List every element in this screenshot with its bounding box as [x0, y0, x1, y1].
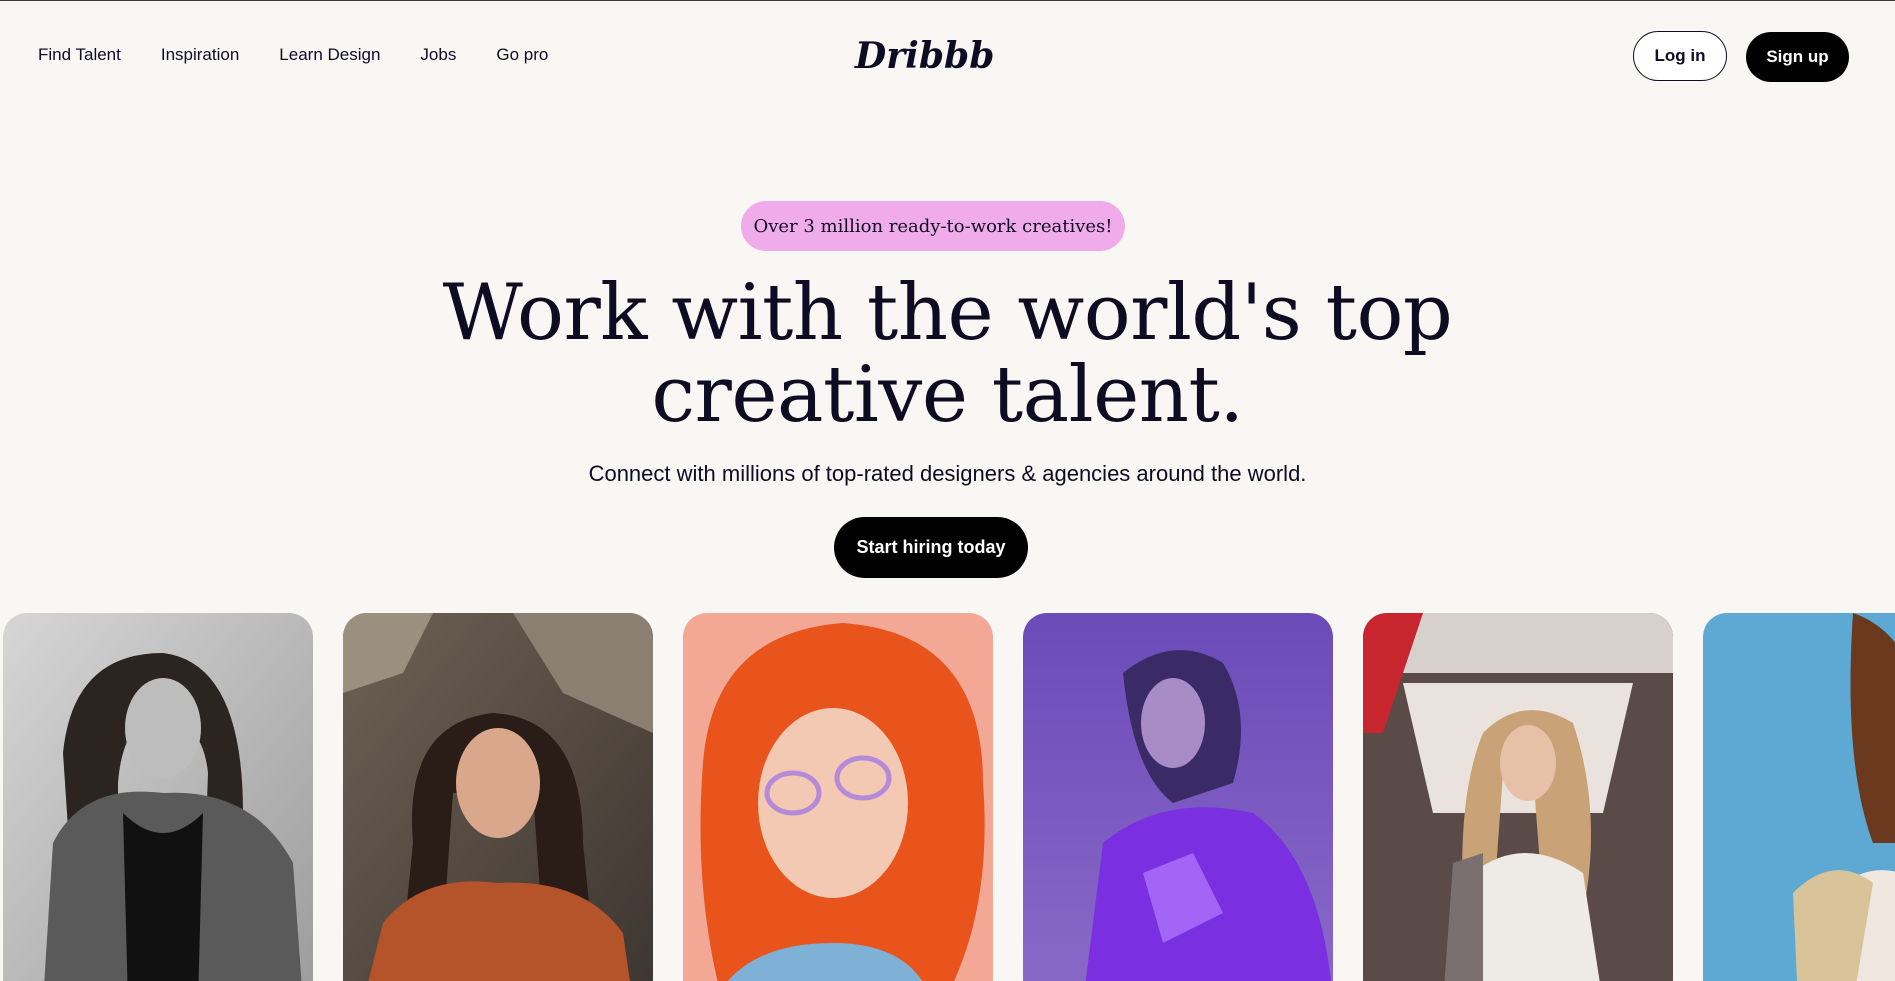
portrait-image-3 — [683, 613, 993, 981]
site-header: Find Talent Inspiration Learn Design Job… — [0, 0, 1895, 110]
portrait-image-2 — [343, 613, 653, 981]
creative-card-3[interactable] — [683, 613, 993, 981]
logo-text: Dribbble — [854, 35, 993, 77]
dribbble-logo[interactable]: Dribbble — [853, 30, 1031, 80]
nav-go-pro[interactable]: Go pro — [496, 45, 548, 65]
nav-learn-design[interactable]: Learn Design — [279, 45, 380, 65]
creative-carousel — [0, 613, 1895, 981]
nav-jobs[interactable]: Jobs — [420, 45, 456, 65]
portrait-image-1 — [3, 613, 313, 981]
creative-card-1[interactable] — [3, 613, 313, 981]
creative-card-5[interactable] — [1363, 613, 1673, 981]
portrait-image-5 — [1363, 613, 1673, 981]
portrait-image-6 — [1703, 613, 1895, 981]
creative-card-4[interactable] — [1023, 613, 1333, 981]
nav-inspiration[interactable]: Inspiration — [161, 45, 239, 65]
hero-subtitle: Connect with millions of top-rated desig… — [588, 461, 1307, 486]
nav-find-talent[interactable]: Find Talent — [38, 45, 121, 65]
signup-button[interactable]: Sign up — [1746, 32, 1849, 82]
creative-card-6[interactable] — [1703, 613, 1895, 981]
start-hiring-button[interactable]: Start hiring today — [834, 517, 1028, 578]
hero-headline-line2: creative talent. — [651, 350, 1244, 440]
portrait-image-4 — [1023, 613, 1333, 981]
primary-nav: Find Talent Inspiration Learn Design Job… — [38, 45, 548, 65]
login-button[interactable]: Log in — [1633, 31, 1727, 81]
creative-card-2[interactable] — [343, 613, 653, 981]
creatives-count-badge: Over 3 million ready-to-work creatives! — [741, 201, 1125, 251]
hero-headline: Work with the world's top creative talen… — [0, 272, 1895, 436]
hero-headline-line1: Work with the world's top — [442, 268, 1453, 358]
